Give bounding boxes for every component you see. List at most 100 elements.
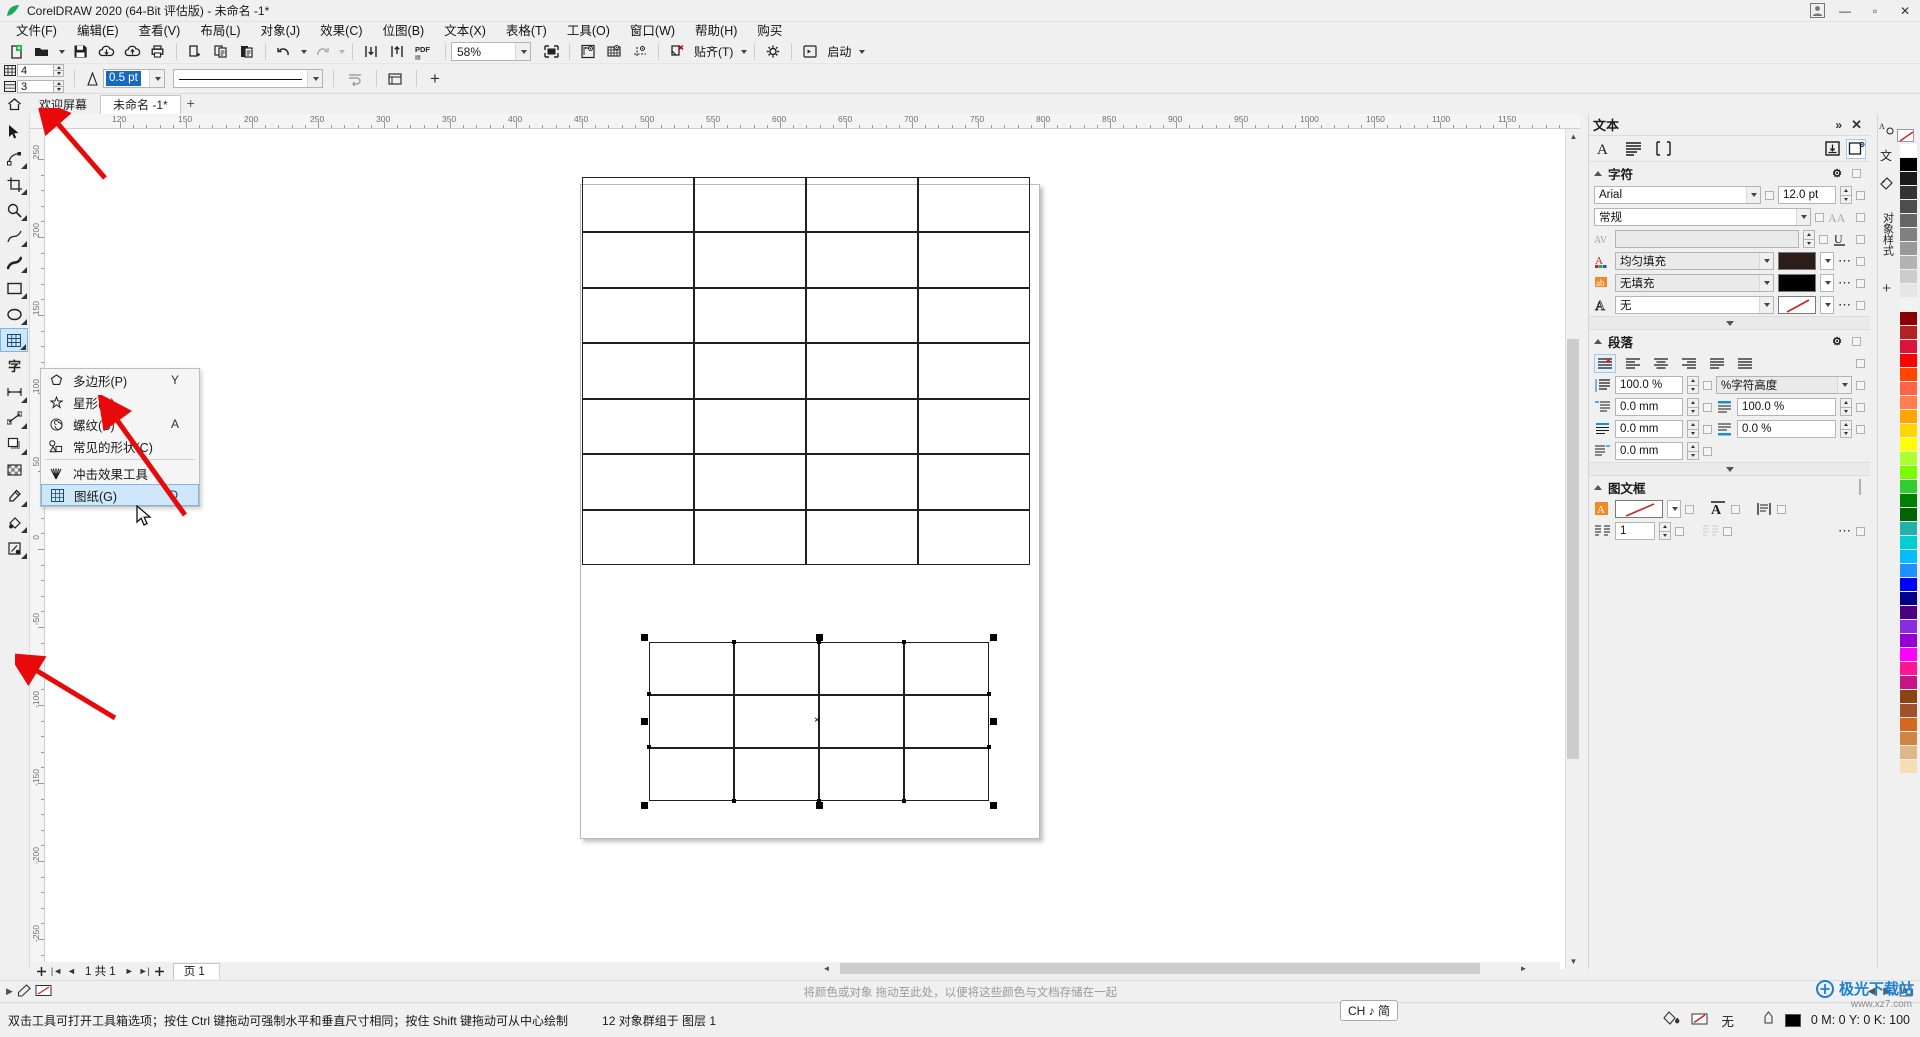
menu-buy[interactable]: 购买: [747, 22, 792, 40]
user-account-icon[interactable]: [1804, 2, 1830, 20]
grid-cell[interactable]: [694, 287, 806, 344]
graph-rows-down[interactable]: [53, 86, 64, 93]
kerning-input[interactable]: [1615, 230, 1799, 248]
paragraph-gear-icon[interactable]: ⚙: [1832, 335, 1842, 348]
menu-effects[interactable]: 效果(C): [310, 22, 372, 40]
palette-swatch[interactable]: [1900, 634, 1917, 648]
menu-help[interactable]: 帮助(H): [685, 22, 747, 40]
character-gear-icon[interactable]: ⚙: [1832, 167, 1842, 180]
palette-swatch[interactable]: [1900, 354, 1917, 368]
character-section-checkbox[interactable]: [1852, 168, 1861, 178]
menu-text[interactable]: 文本(X): [434, 22, 496, 40]
document-page[interactable]: ×: [580, 177, 1040, 839]
flyout-polygon[interactable]: 多边形(P) Y: [41, 369, 199, 391]
grid-cell[interactable]: [694, 343, 806, 399]
undo-dropdown-icon[interactable]: [297, 41, 309, 63]
side-tab-object-styles[interactable]: 对象样式: [1878, 204, 1896, 264]
font-family-dropdown-icon[interactable]: [1746, 187, 1760, 203]
redo-icon[interactable]: [309, 41, 335, 63]
font-family-checkbox[interactable]: [1765, 190, 1774, 200]
menu-tools[interactable]: 工具(O): [557, 22, 620, 40]
text-tool-side-icon[interactable]: 文: [1879, 148, 1894, 166]
grid-cell[interactable]: [649, 642, 734, 695]
font-style-checkbox[interactable]: [1815, 212, 1824, 222]
wrap-text-icon[interactable]: [342, 68, 368, 90]
palette-swatch[interactable]: [1900, 536, 1917, 550]
paragraph-section-checkbox[interactable]: [1852, 336, 1861, 346]
grid-cell[interactable]: [806, 232, 918, 288]
add-icon[interactable]: +: [422, 68, 448, 90]
after-paragraph-spinner[interactable]: [1840, 420, 1852, 438]
frame-columns-input[interactable]: 1: [1615, 522, 1655, 540]
palette-swatch[interactable]: [1900, 410, 1917, 424]
snap-dropdown-icon[interactable]: [737, 41, 749, 63]
selection-node[interactable]: [817, 640, 821, 644]
minimize-button[interactable]: —: [1830, 0, 1860, 22]
first-line-indent-down[interactable]: [1687, 428, 1699, 438]
grid-cell[interactable]: [582, 343, 694, 399]
open-dropdown-icon[interactable]: [55, 41, 67, 63]
palette-swatch[interactable]: [1900, 662, 1917, 676]
snap-off-icon[interactable]: [664, 41, 690, 63]
last-page-icon[interactable]: ►|: [137, 963, 152, 979]
flyout-star[interactable]: 星形(S): [41, 391, 199, 413]
grid-cell[interactable]: [904, 642, 989, 695]
palette-swatch-icon[interactable]: [35, 984, 53, 1000]
underline-checkbox[interactable]: [1856, 234, 1865, 244]
object-properties-icon[interactable]: A: [1879, 120, 1894, 138]
selection-node[interactable]: [987, 744, 991, 749]
zoom-tool[interactable]: [0, 198, 28, 222]
freehand-tool[interactable]: [0, 224, 28, 248]
palette-swatch[interactable]: [1900, 172, 1917, 186]
selection-node[interactable]: [987, 692, 991, 697]
paragraph-alignment-checkbox[interactable]: [1856, 358, 1865, 368]
docker-tab-frame[interactable]: [1653, 139, 1673, 159]
line-style-dropdown-icon[interactable]: [307, 70, 322, 87]
align-right-icon[interactable]: [1678, 354, 1700, 373]
line-spacing-spinner[interactable]: [1687, 376, 1699, 394]
palette-swatch[interactable]: [1900, 326, 1917, 340]
grid-cell[interactable]: [806, 177, 918, 233]
palette-swatch[interactable]: [1900, 676, 1917, 690]
caps-checkbox[interactable]: [1856, 212, 1865, 222]
frame-color-checkbox[interactable]: [1685, 504, 1694, 514]
flyout-common-shapes[interactable]: 常见的形状(C): [41, 435, 199, 457]
text-frame-button[interactable]: [1846, 138, 1866, 159]
options-gear-icon[interactable]: [760, 41, 786, 63]
palette-swatch[interactable]: [1900, 158, 1917, 172]
selection-handle[interactable]: [641, 802, 648, 809]
outline-type-combobox[interactable]: 无填充: [1615, 274, 1774, 292]
selection-node[interactable]: [817, 799, 821, 803]
align-force-justify-icon[interactable]: [1734, 354, 1756, 373]
drop-shadow-tool[interactable]: [0, 432, 28, 456]
scroll-left-icon[interactable]: ◄: [820, 962, 833, 975]
frame-more-checkbox[interactable]: [1856, 526, 1865, 536]
horizontal-scrollbar[interactable]: ◄ ►: [820, 962, 1560, 976]
ime-indicator[interactable]: CH ♪ 简: [1340, 1000, 1399, 1021]
no-align-icon[interactable]: [1594, 353, 1616, 373]
grid-cell[interactable]: [806, 343, 918, 399]
palette-swatch[interactable]: [1900, 732, 1917, 746]
smart-fill-tool[interactable]: [0, 536, 28, 560]
line-spacing-checkbox[interactable]: [1703, 380, 1712, 390]
edit-icon[interactable]: [382, 68, 408, 90]
palette-swatch[interactable]: [1900, 508, 1917, 522]
close-docker-icon[interactable]: ✕: [1851, 117, 1862, 133]
align-left-icon[interactable]: [1622, 354, 1644, 373]
export-icon[interactable]: [384, 41, 410, 63]
frame-text-checkbox[interactable]: [1731, 504, 1740, 514]
grid-cell[interactable]: [649, 695, 734, 748]
graph-columns-down[interactable]: [53, 70, 64, 77]
flyout-impact-tool[interactable]: 冲击效果工具: [41, 462, 199, 484]
outline-type-dropdown-icon[interactable]: [1759, 275, 1773, 291]
line-spacing-up[interactable]: [1687, 376, 1699, 385]
line-spacing-down[interactable]: [1687, 384, 1699, 394]
palette-swatch[interactable]: [1900, 578, 1917, 592]
shape-tool[interactable]: [0, 146, 28, 170]
left-indent-spinner[interactable]: [1687, 398, 1699, 416]
grid-cell[interactable]: [918, 509, 1030, 565]
palette-swatch[interactable]: [1900, 494, 1917, 508]
grid-cell[interactable]: [918, 343, 1030, 399]
page-tab-1[interactable]: 页 1: [172, 962, 220, 980]
vertical-align-icon[interactable]: [1756, 501, 1773, 518]
